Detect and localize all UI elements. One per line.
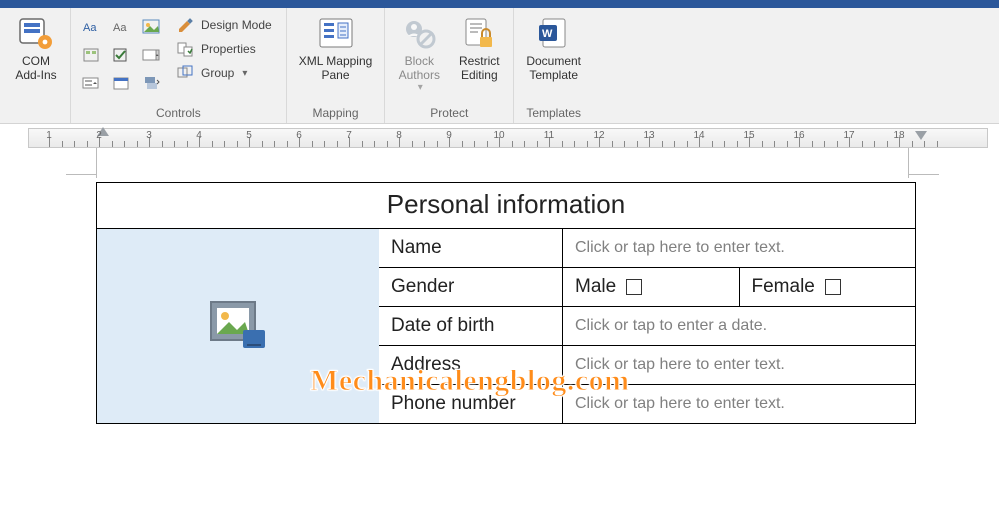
ribbon: COM Add-Ins Aa Aa Design Mode: [0, 8, 999, 124]
document-template-button[interactable]: W Document Template: [518, 12, 589, 84]
restrict-editing-button[interactable]: Restrict Editing: [449, 12, 509, 84]
ruler-number: 7: [346, 130, 352, 141]
ruler-number: 17: [843, 130, 854, 141]
crop-mark: [908, 148, 909, 178]
form-title: Personal information: [97, 183, 915, 229]
crop-mark: [909, 174, 939, 175]
group-label-protect: Protect: [389, 104, 509, 123]
combobox-control-icon[interactable]: [137, 42, 165, 68]
page: Personal information Name Click or tap h…: [96, 182, 916, 424]
plaintext-control-icon[interactable]: Aa: [107, 14, 135, 40]
ruler-number: 10: [493, 130, 504, 141]
word-template-icon: W: [537, 14, 571, 54]
xml-mapping-label: XML Mapping Pane: [299, 54, 373, 82]
gender-label: Gender: [379, 268, 563, 306]
ruler-number: 4: [196, 130, 202, 141]
svg-text:Aa: Aa: [113, 22, 127, 34]
xml-mapping-icon: [318, 14, 354, 54]
block-authors-button[interactable]: Block Authors ▾: [389, 12, 449, 95]
svg-text:W: W: [542, 28, 553, 40]
design-mode-button[interactable]: Design Mode: [175, 16, 274, 34]
ruler-number: 5: [246, 130, 252, 141]
ruler-number: 14: [693, 130, 704, 141]
ruler-number: 13: [643, 130, 654, 141]
chevron-down-icon: ▾: [242, 68, 247, 79]
picture-content-control[interactable]: [97, 229, 379, 423]
xml-mapping-button[interactable]: XML Mapping Pane: [291, 12, 381, 84]
address-input[interactable]: Click or tap here to enter text.: [563, 346, 915, 384]
ruler-number: 12: [593, 130, 604, 141]
male-checkbox[interactable]: [626, 279, 642, 295]
checkbox-control-icon[interactable]: [107, 42, 135, 68]
horizontal-ruler[interactable]: 123456789101112131415161718: [28, 128, 988, 148]
ruler-number: 9: [446, 130, 452, 141]
group-label-mapping: Mapping: [291, 104, 381, 123]
restrict-editing-icon: [462, 14, 496, 54]
design-mode-label: Design Mode: [201, 18, 272, 32]
crop-mark: [96, 148, 97, 178]
picture-placeholder-icon: [209, 300, 267, 352]
ruler-number: 6: [296, 130, 302, 141]
crop-mark: [66, 174, 96, 175]
male-label: Male: [575, 276, 616, 298]
female-checkbox[interactable]: [825, 279, 841, 295]
group-icon: [177, 65, 195, 81]
ruler-number: 11: [544, 130, 554, 141]
chevron-down-icon: ▾: [418, 82, 423, 93]
document-area: Personal information Name Click or tap h…: [0, 148, 999, 424]
picture-control-icon[interactable]: [137, 14, 165, 40]
properties-icon: [177, 41, 195, 57]
block-authors-icon: [402, 14, 436, 54]
dob-input[interactable]: Click or tap to enter a date.: [563, 307, 915, 345]
name-label: Name: [379, 229, 563, 267]
ruler-number: 2: [96, 130, 102, 141]
ruler-number: 1: [46, 130, 52, 141]
ruler-number: 18: [893, 130, 904, 141]
dob-label: Date of birth: [379, 307, 563, 345]
content-controls-gallery: Aa Aa: [75, 12, 171, 96]
ruler-number: 3: [146, 130, 152, 141]
ruler-number: 15: [743, 130, 754, 141]
properties-button[interactable]: Properties: [175, 40, 274, 58]
female-label: Female: [752, 276, 815, 298]
group-button[interactable]: Group ▾: [175, 64, 274, 82]
design-mode-icon: [177, 17, 195, 33]
address-label: Address: [379, 346, 563, 384]
properties-label: Properties: [201, 42, 256, 56]
buildingblock-control-icon[interactable]: [77, 42, 105, 68]
svg-text:Aa: Aa: [83, 22, 97, 34]
datepicker-control-icon[interactable]: [107, 70, 135, 96]
group-label-controls: Controls: [75, 104, 282, 123]
repeating-control-icon[interactable]: [137, 70, 165, 96]
ruler-number: 8: [396, 130, 402, 141]
right-indent-icon[interactable]: [915, 131, 927, 140]
com-addins-button[interactable]: COM Add-Ins: [6, 12, 66, 84]
name-input[interactable]: Click or tap here to enter text.: [563, 229, 915, 267]
group-label-templates: Templates: [518, 104, 589, 123]
phone-label: Phone number: [379, 385, 563, 423]
ruler-number: 16: [793, 130, 804, 141]
document-template-label: Document Template: [526, 54, 581, 82]
dropdown-control-icon[interactable]: [77, 70, 105, 96]
richtext-control-icon[interactable]: Aa: [77, 14, 105, 40]
ruler-area: 123456789101112131415161718: [0, 124, 999, 148]
com-addins-label: COM Add-Ins: [15, 54, 56, 82]
group-label-addins: [6, 118, 66, 123]
restrict-editing-label: Restrict Editing: [459, 54, 500, 82]
block-authors-label: Block Authors: [399, 54, 440, 82]
title-bar-fragment: [0, 0, 999, 8]
gear-addin-icon: [19, 14, 53, 54]
group-label-btn: Group: [201, 66, 234, 80]
phone-input[interactable]: Click or tap here to enter text.: [563, 385, 915, 423]
